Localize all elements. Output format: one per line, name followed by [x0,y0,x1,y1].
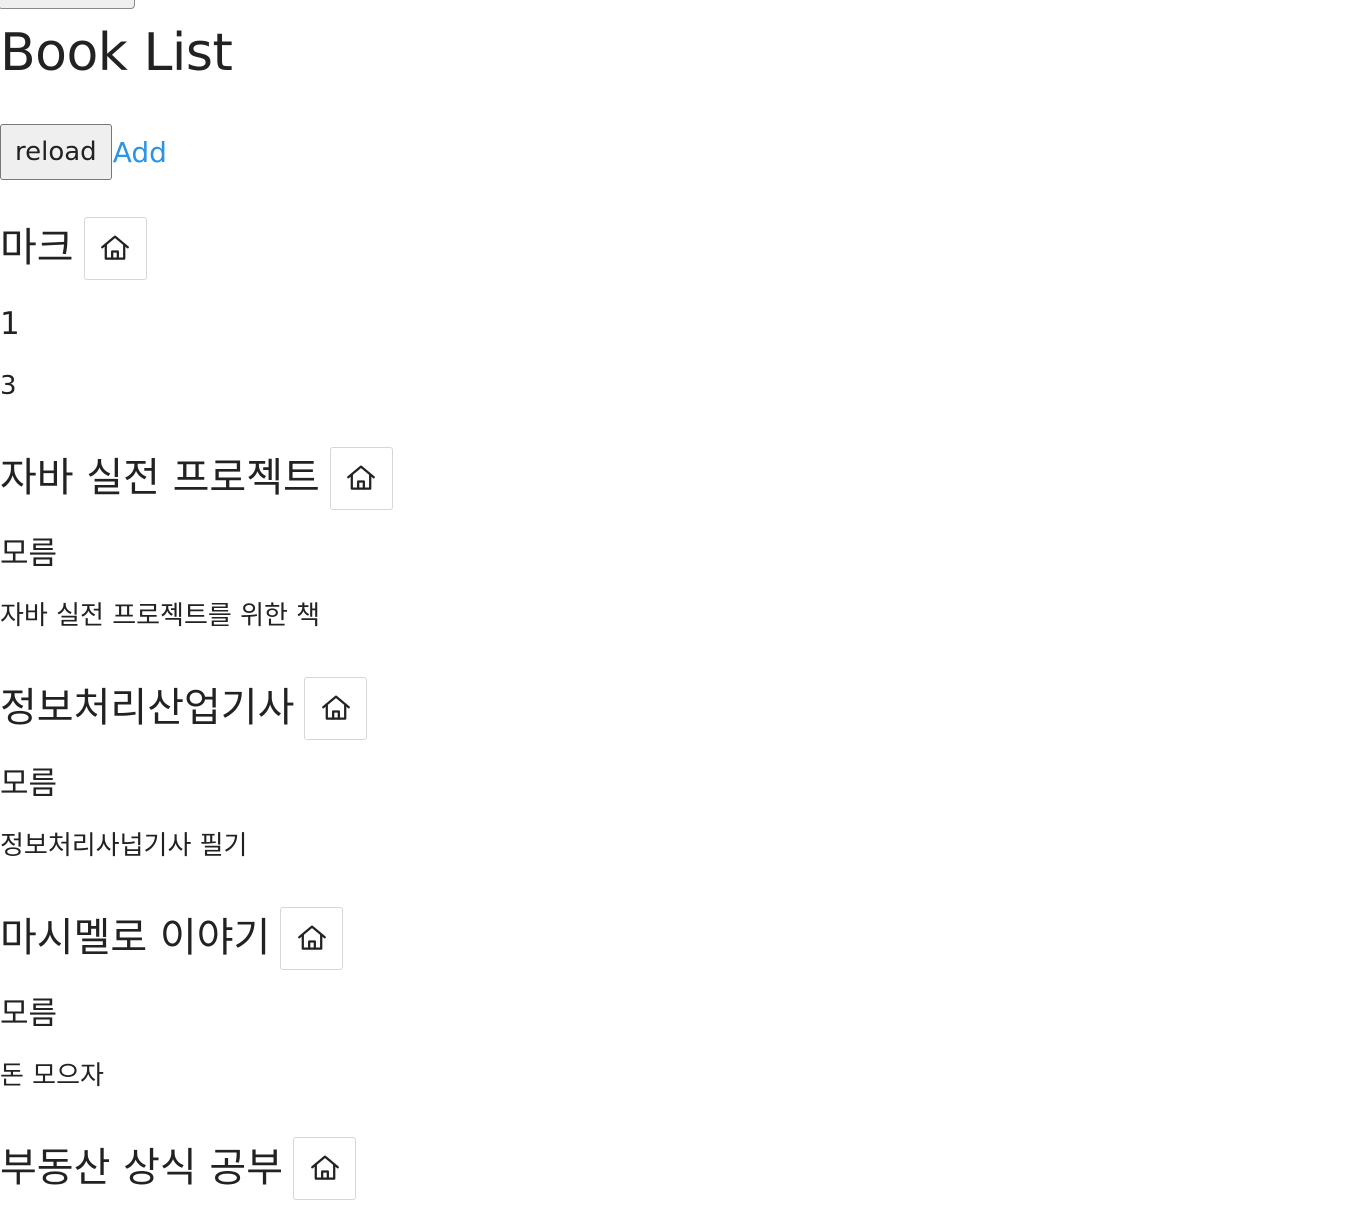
book-header: 자바 실전 프로젝트 [0,446,393,510]
book-title: 자바 실전 프로젝트 [0,455,320,501]
book-header: 정보처리산업기사 [0,676,368,740]
home-button[interactable] [304,676,368,740]
book-description: 정보처리사넙기사 필기 [0,831,248,861]
reload-button[interactable]: reload [0,124,112,180]
book-header: 마시멜로 이야기 [0,906,344,970]
book-list-page: Book List reload Add 마크 1 3 자바 실전 프로젝트 모… [0,0,1358,1224]
book-author: 모름 [0,536,58,572]
book-header: 마크 [0,216,147,280]
page-title: Book List [0,23,233,83]
home-icon [101,235,129,260]
home-button[interactable] [293,1136,357,1200]
book-item: 정보처리산업기사 모름 정보처리사넙기사 필기 [0,676,368,861]
book-header: 부동산 상식 공부 [0,1136,357,1200]
home-button[interactable] [329,446,393,510]
home-button[interactable] [280,906,344,970]
book-title: 정보처리산업기사 [0,685,295,731]
book-item: 마시멜로 이야기 모름 돈 모으자 [0,906,344,1091]
toolbar: reload Add [0,124,167,180]
book-description: 3 [0,371,17,401]
book-item: 부동산 상식 공부 [0,1136,357,1200]
book-title: 마크 [0,225,74,271]
top-button-partial[interactable] [0,0,135,9]
book-description: 돈 모으자 [0,1061,104,1091]
book-description: 자바 실전 프로젝트를 위한 책 [0,601,321,631]
book-title: 마시멜로 이야기 [0,915,271,961]
book-item: 자바 실전 프로젝트 모름 자바 실전 프로젝트를 위한 책 [0,446,393,631]
add-link[interactable]: Add [113,136,167,169]
book-author: 모름 [0,766,58,802]
book-author: 모름 [0,996,58,1032]
book-author: 1 [0,306,20,342]
home-button[interactable] [83,216,147,280]
book-item: 마크 1 3 [0,216,147,401]
home-icon [297,925,326,950]
book-title: 부동산 상식 공부 [0,1145,284,1191]
home-icon [347,465,376,490]
home-icon [322,695,350,720]
home-icon [310,1155,339,1180]
